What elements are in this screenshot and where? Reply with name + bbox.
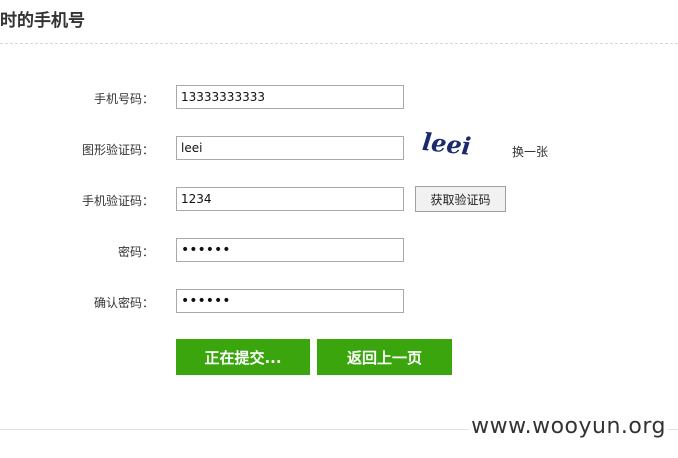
password-label: 密码： <box>117 245 154 259</box>
get-sms-code-button[interactable]: 获取验证码 <box>415 186 506 212</box>
captcha-row: 图形验证码： leei 换一张 <box>0 131 678 163</box>
watermark-text: www.wooyun.org <box>469 414 668 439</box>
submit-button[interactable]: 正在提交... <box>176 339 310 375</box>
password-row: 密码： <box>0 237 678 265</box>
phone-label: 手机号码： <box>93 92 154 106</box>
back-button[interactable]: 返回上一页 <box>317 339 452 375</box>
sms-code-row: 手机验证码： 获取验证码 <box>0 186 678 214</box>
page: 时的手机号 手机号码： 图形验证码： leei 换一张 手机验证码： 获取验证码… <box>0 0 678 458</box>
sms-code-input[interactable] <box>176 187 404 211</box>
captcha-label: 图形验证码： <box>81 143 154 157</box>
page-title: 时的手机号 <box>0 11 85 31</box>
confirm-password-input[interactable] <box>176 289 404 313</box>
confirm-password-row: 确认密码： <box>0 288 678 316</box>
captcha-image-text: leei <box>421 131 473 161</box>
refresh-captcha-link[interactable]: 换一张 <box>512 143 548 160</box>
captcha-image[interactable]: leei <box>418 131 488 161</box>
password-input[interactable] <box>176 238 404 262</box>
sms-code-label: 手机验证码： <box>81 194 154 208</box>
confirm-password-label: 确认密码： <box>93 296 154 310</box>
phone-input[interactable] <box>176 85 404 109</box>
phone-row: 手机号码： <box>0 84 678 112</box>
captcha-input[interactable] <box>176 136 404 160</box>
header-divider <box>0 43 678 44</box>
